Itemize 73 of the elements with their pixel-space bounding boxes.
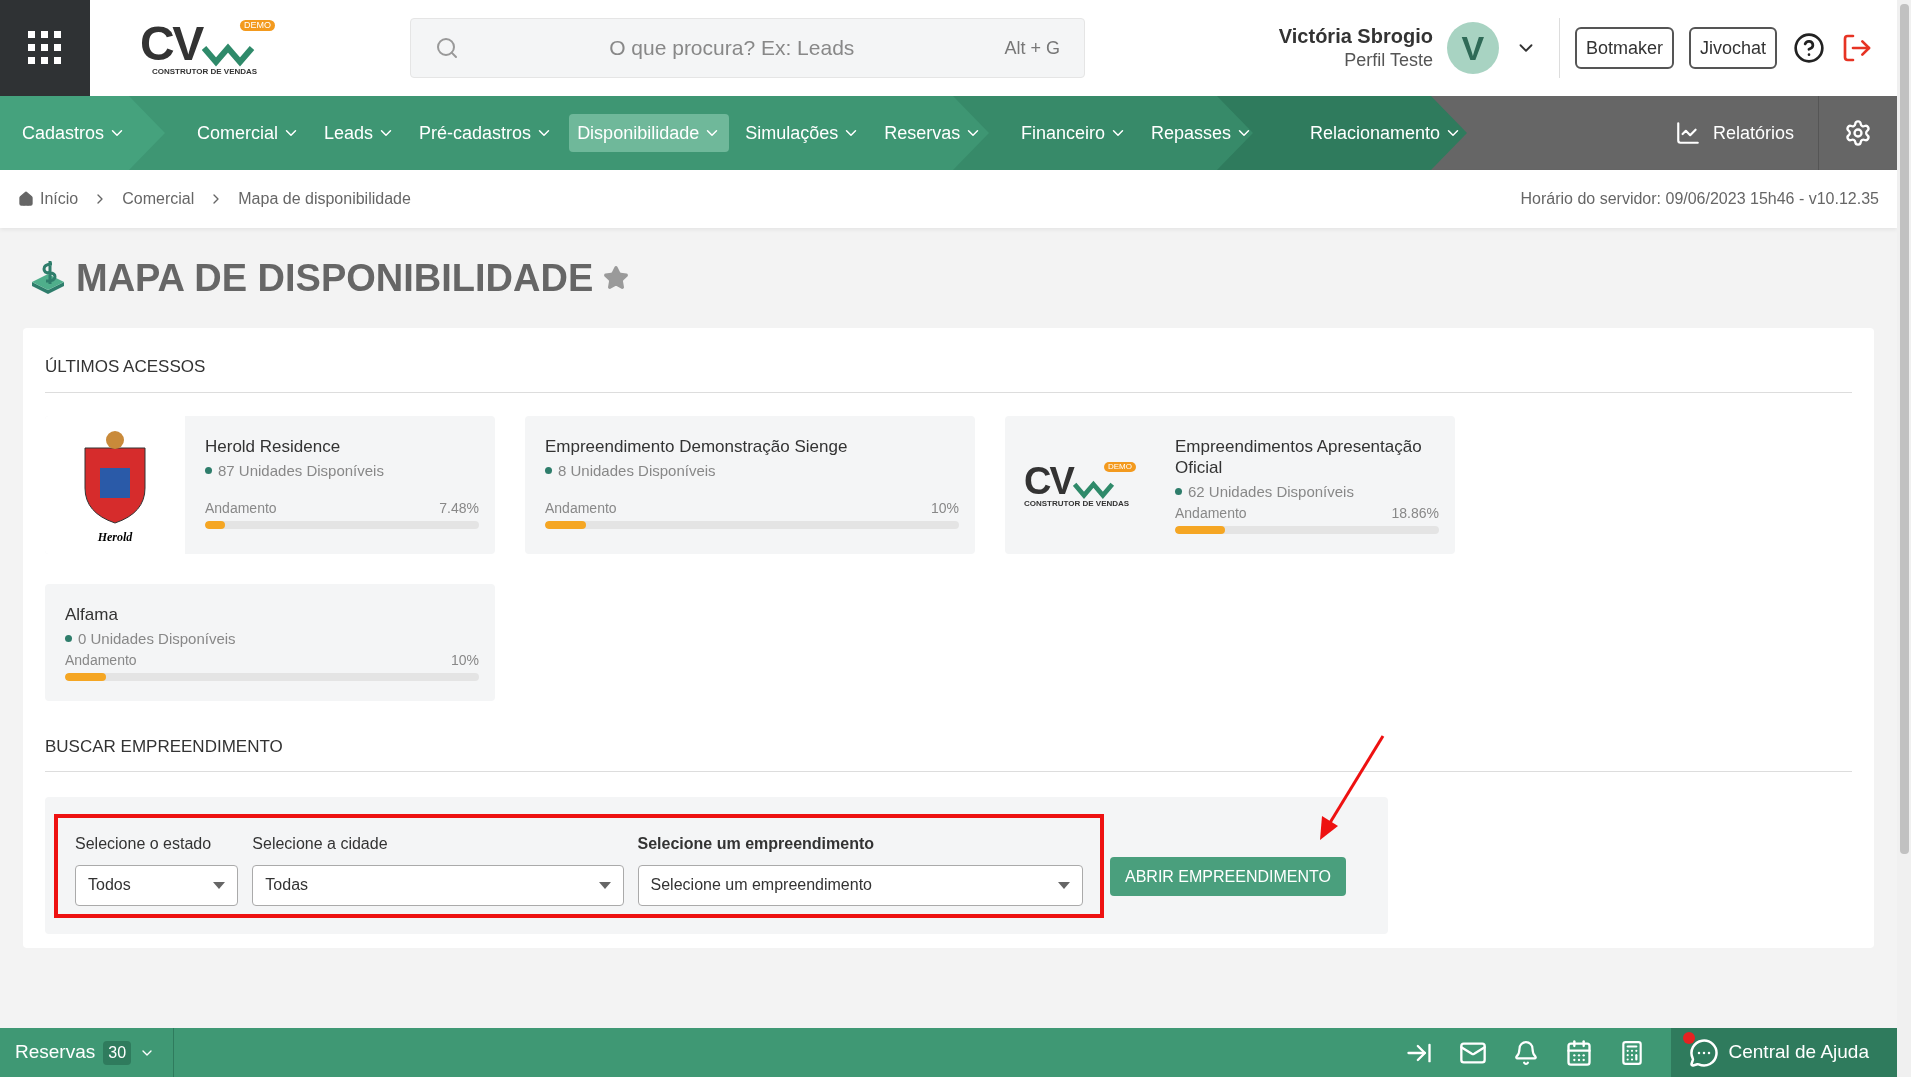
nav-menu-item[interactable]: Leads bbox=[316, 114, 404, 152]
bell-icon[interactable] bbox=[1512, 1039, 1539, 1066]
company-logo: CV DEMO CONSTRUTOR DE VENDAS bbox=[1024, 461, 1136, 508]
nav-menu-item[interactable]: Relacionamento bbox=[1302, 114, 1471, 152]
select-field[interactable]: Todas bbox=[252, 864, 624, 906]
favorite-star-icon[interactable] bbox=[603, 265, 630, 291]
project-name: Empreendimento Demonstração Sienge bbox=[545, 435, 849, 457]
available-units: 0 Unidades Disponíveis bbox=[78, 628, 236, 649]
user-avatar[interactable]: V bbox=[1446, 22, 1499, 74]
available-units: 8 Unidades Disponíveis bbox=[558, 460, 716, 481]
user-role: Perfil Teste bbox=[1344, 49, 1433, 72]
reports-link[interactable]: Relatórios bbox=[1650, 119, 1818, 147]
section-heading: ÚLTIMOS ACESSOS bbox=[45, 354, 1852, 393]
select-field[interactable]: Selecione um empreendimento bbox=[637, 864, 1083, 906]
dropdown-caret-icon bbox=[213, 881, 226, 889]
progress-percent: 10% bbox=[930, 499, 959, 518]
field-label: Selecione um empreendimento bbox=[637, 833, 876, 854]
help-center-button[interactable]: Central de Ajuda bbox=[1670, 1028, 1897, 1077]
server-time: Horário do servidor: 09/06/2023 15h46 - v10.12.35 bbox=[1520, 189, 1879, 209]
coat-of-arms-image: Herold bbox=[45, 415, 185, 554]
field-label: Selecione o estado bbox=[75, 833, 213, 854]
search-input[interactable]: O que procura? Ex: Leads bbox=[459, 32, 1005, 64]
dropdown-caret-icon bbox=[598, 881, 611, 889]
section-heading: BUSCAR EMPREENDIMENTO bbox=[45, 733, 1852, 772]
nav-menu-item[interactable]: Comercial bbox=[189, 114, 309, 152]
progress-percent: 10% bbox=[450, 651, 479, 670]
available-units: 87 Unidades Disponíveis bbox=[218, 460, 384, 481]
project-card[interactable]: CV DEMO CONSTRUTOR DE VENDAS Empreendimentos Apresentação Oficial 62 Unidades Disponíveis Andamento 18.86% bbox=[1005, 415, 1455, 554]
count-badge: 30 bbox=[103, 1040, 132, 1065]
breadcrumb-link[interactable]: Início bbox=[40, 187, 79, 211]
nav-menu-item[interactable]: Financeiro bbox=[1013, 114, 1136, 152]
progress-label: Andamento bbox=[545, 499, 617, 518]
grid-menu-icon bbox=[28, 31, 62, 65]
project-card[interactable]: Empreendimento Demonstração Sienge 8 Unidades Disponíveis Andamento 10% bbox=[525, 415, 975, 554]
chat-icon bbox=[1688, 1037, 1719, 1068]
open-project-button[interactable]: ABRIR EMPREENDIMENTO bbox=[1110, 857, 1346, 896]
project-card[interactable]: Alfama 0 Unidades Disponíveis Andamento 10% bbox=[45, 583, 495, 701]
project-name: Alfama bbox=[65, 603, 119, 625]
home-icon bbox=[18, 191, 34, 207]
progress-percent: 7.48% bbox=[439, 499, 479, 518]
nav-menu-item[interactable]: Simulações bbox=[737, 114, 869, 152]
progress-label: Andamento bbox=[1175, 504, 1247, 523]
project-name: Herold Residence bbox=[205, 435, 342, 457]
company-logo: CV DEMO CONSTRUTOR DE VENDAS bbox=[140, 20, 275, 76]
project-card[interactable]: Herold Herold Residence 87 Unidades Disponíveis Andamento 7.48% bbox=[45, 415, 495, 554]
search-field[interactable]: O que procura? Ex: Leads Alt + G bbox=[410, 18, 1085, 78]
progress-label: Andamento bbox=[65, 651, 137, 670]
nav-menu-item[interactable]: Cadastros bbox=[14, 114, 135, 152]
nav-menu-item[interactable]: Reservas bbox=[876, 114, 991, 152]
logout-icon[interactable] bbox=[1841, 32, 1873, 64]
page-title: MAPA DE DISPONIBILIDADE bbox=[76, 255, 594, 301]
user-name: Victória Sbrogio bbox=[1278, 24, 1433, 50]
money-building-icon bbox=[30, 260, 66, 296]
nav-menu-item[interactable]: Repasses bbox=[1143, 114, 1262, 152]
available-units: 62 Unidades Disponíveis bbox=[1188, 481, 1354, 502]
apps-menu-button[interactable] bbox=[0, 0, 90, 96]
progress-label: Andamento bbox=[205, 499, 277, 518]
breadcrumb-link[interactable]: Comercial bbox=[122, 187, 195, 211]
progress-percent: 18.86% bbox=[1391, 504, 1439, 523]
select-field[interactable]: Todos bbox=[75, 864, 239, 906]
field-label: Selecione a cidade bbox=[252, 833, 389, 854]
settings-icon[interactable] bbox=[1844, 119, 1872, 147]
help-icon[interactable] bbox=[1793, 32, 1825, 64]
line-chart-icon bbox=[1674, 120, 1701, 146]
reservations-label[interactable]: Reservas bbox=[15, 1038, 96, 1067]
dropdown-caret-icon bbox=[1058, 881, 1070, 889]
header-button[interactable]: Jivochat bbox=[1688, 27, 1777, 69]
calendar-icon[interactable] bbox=[1564, 1038, 1593, 1067]
search-icon bbox=[435, 36, 459, 60]
nav-menu-item[interactable]: Pré-cadastros bbox=[411, 114, 562, 152]
project-name: Empreendimentos Apresentação Oficial bbox=[1175, 435, 1423, 478]
header-button[interactable]: Botmaker bbox=[1574, 27, 1674, 69]
shortcut-hint: Alt + G bbox=[1004, 36, 1060, 60]
